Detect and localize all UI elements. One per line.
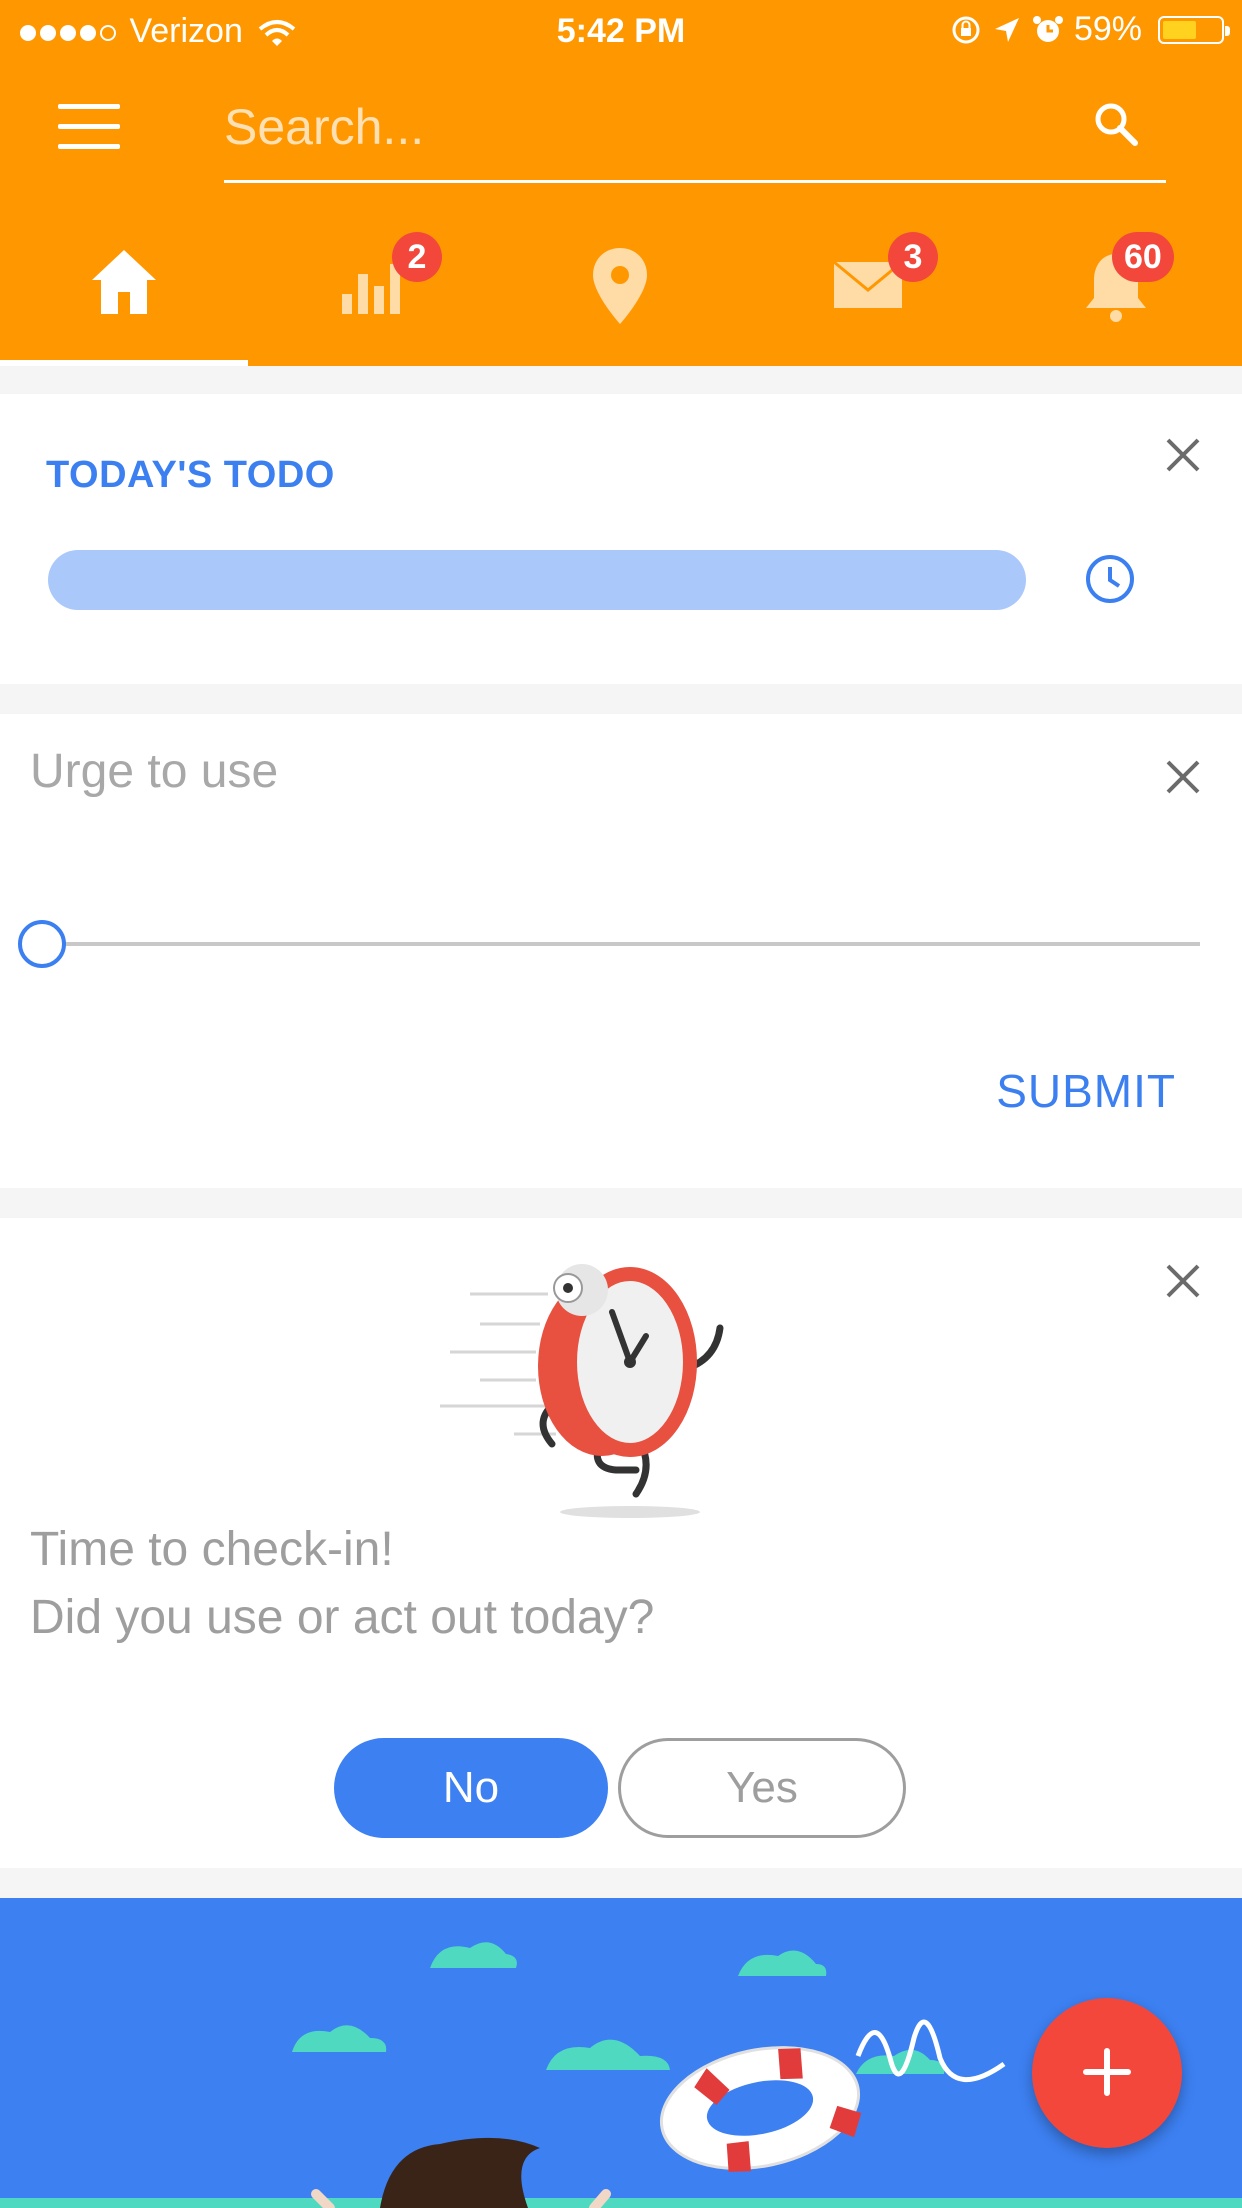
status-right: 59% xyxy=(950,10,1230,49)
close-icon[interactable] xyxy=(1162,756,1204,798)
notifications-badge: 60 xyxy=(1112,232,1174,282)
search-icon[interactable] xyxy=(1092,100,1140,148)
urge-card: Urge to use SUBMIT xyxy=(0,714,1242,1188)
search-input[interactable] xyxy=(224,82,1064,172)
tab-messages[interactable]: 3 xyxy=(744,228,992,366)
home-icon xyxy=(92,250,156,314)
todo-progress-bar xyxy=(48,550,1026,610)
yes-button[interactable]: Yes xyxy=(618,1738,906,1838)
urge-slider-track[interactable] xyxy=(40,942,1200,946)
no-button[interactable]: No xyxy=(334,1738,608,1838)
submit-button[interactable]: SUBMIT xyxy=(996,1064,1176,1118)
battery-icon xyxy=(1158,15,1230,44)
location-pin-icon xyxy=(593,248,647,324)
tab-location[interactable] xyxy=(496,228,744,366)
search-bar xyxy=(224,82,1166,183)
app-header: Verizon 5:42 PM 59% 2 xyxy=(0,0,1242,366)
add-button[interactable] xyxy=(1032,1998,1182,2148)
menu-icon-bar xyxy=(58,144,120,149)
tab-home[interactable] xyxy=(0,228,248,366)
close-icon[interactable] xyxy=(1162,434,1204,476)
status-bar: Verizon 5:42 PM 59% xyxy=(0,0,1242,62)
checkin-line2: Did you use or act out today? xyxy=(30,1591,655,1644)
plus-icon xyxy=(1083,2047,1131,2096)
todo-title: TODAY'S TODO xyxy=(46,454,335,496)
checkin-line1: Time to check-in! xyxy=(30,1523,394,1576)
battery-fill xyxy=(1163,20,1196,39)
menu-icon-bar xyxy=(58,124,120,129)
menu-icon-bar xyxy=(58,104,120,109)
tab-active-indicator xyxy=(0,360,248,366)
menu-button[interactable] xyxy=(58,104,120,150)
todo-card: TODAY'S TODO xyxy=(0,394,1242,684)
close-icon[interactable] xyxy=(1162,1260,1204,1302)
tab-notifications[interactable]: 60 xyxy=(992,228,1240,366)
checkin-card: Time to check-in! Did you use or act out… xyxy=(0,1218,1242,1868)
urge-slider-thumb[interactable] xyxy=(18,920,66,968)
clock-icon[interactable] xyxy=(1084,553,1136,605)
rotation-lock-icon xyxy=(952,16,980,43)
messages-badge: 3 xyxy=(888,232,938,282)
tab-stats[interactable]: 2 xyxy=(248,228,496,366)
alarm-icon xyxy=(1032,15,1063,42)
battery-percent: 59% xyxy=(1073,10,1142,48)
location-arrow-icon xyxy=(994,17,1019,42)
running-clock-illustration xyxy=(440,1264,724,1518)
urge-title: Urge to use xyxy=(30,745,279,798)
stats-badge: 2 xyxy=(392,232,442,282)
